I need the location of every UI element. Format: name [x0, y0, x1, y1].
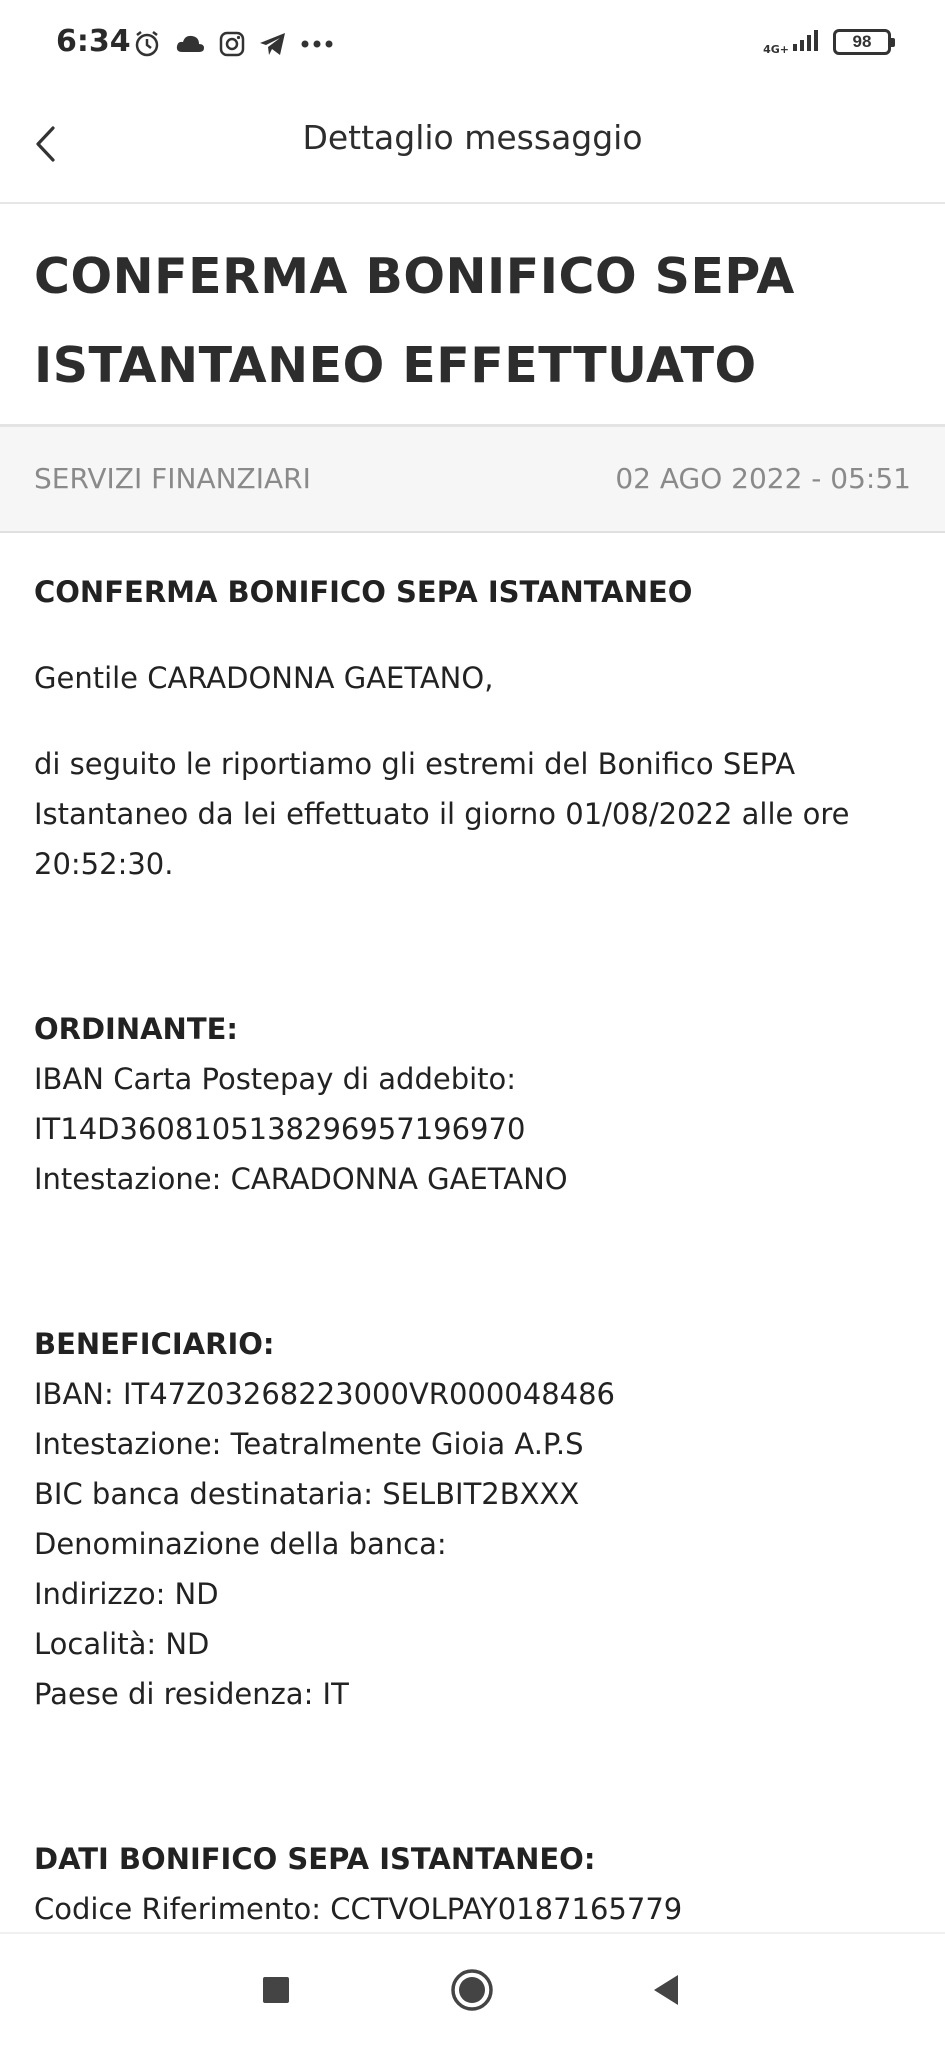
status-notification-icons — [132, 24, 334, 64]
message-category: SERVIZI FINANZIARI — [34, 462, 311, 495]
subject-line-1: CONFERMA BONIFICO SEPA — [34, 248, 795, 305]
beneficiario-paese: Paese di residenza: IT — [34, 1677, 349, 1711]
instagram-icon — [218, 30, 246, 58]
status-bar: 6:34 4G+ 98 — [0, 0, 945, 88]
network-indicator: 4G+ — [763, 28, 821, 56]
beneficiario-heading: BENEFICIARIO: — [34, 1327, 275, 1361]
back-triangle-icon — [650, 1973, 682, 2011]
message-body[interactable]: CONFERMA BONIFICO SEPA ISTANTANEO Gentil… — [34, 533, 914, 1931]
ordinante-intestazione: Intestazione: CARADONNA GAETANO — [34, 1162, 568, 1196]
telegram-icon — [258, 30, 288, 58]
intro-line-2: Istantaneo da lei effettuato il giorno 0… — [34, 797, 850, 831]
signal-icon — [791, 28, 821, 56]
intro-line-3: 20:52:30. — [34, 847, 174, 881]
home-circle-icon — [449, 1967, 495, 2017]
cloud-icon — [174, 32, 206, 56]
home-button[interactable] — [446, 1966, 498, 2018]
page-title: Dettaglio messaggio — [302, 118, 643, 157]
body-title: CONFERMA BONIFICO SEPA ISTANTANEO — [34, 575, 693, 609]
message-meta: SERVIZI FINANZIARI 02 AGO 2022 - 05:51 — [0, 427, 945, 533]
app-header: Dettaglio messaggio — [0, 88, 945, 204]
beneficiario-bic: BIC banca destinataria: SELBIT2BXXX — [34, 1477, 580, 1511]
message-subject: CONFERMA BONIFICO SEPA ISTANTANEO EFFETT… — [34, 232, 914, 410]
message-date: 02 AGO 2022 - 05:51 — [615, 462, 911, 495]
intro-line-1: di seguito le riportiamo gli estremi del… — [34, 747, 796, 781]
beneficiario-intestazione: Intestazione: Teatralmente Gioia A.P.S — [34, 1427, 584, 1461]
ordinante-iban: IT14D3608105138296957196970 — [34, 1112, 526, 1146]
codice-riferimento: Codice Riferimento: CCTVOLPAY0187165779 — [34, 1892, 683, 1926]
status-right-group: 4G+ 98 — [763, 28, 895, 56]
recents-button[interactable] — [250, 1966, 302, 2018]
status-time: 6:34 — [56, 24, 131, 59]
subject-line-2: ISTANTANEO EFFETTUATO — [34, 337, 757, 394]
alarm-icon — [132, 29, 162, 59]
beneficiario-localita: Località: ND — [34, 1627, 210, 1661]
ordinante-iban-label: IBAN Carta Postepay di addebito: — [34, 1062, 517, 1096]
battery-level: 98 — [852, 32, 872, 51]
dati-bonifico-heading: DATI BONIFICO SEPA ISTANTANEO: — [34, 1842, 596, 1876]
recents-square-icon — [261, 1975, 291, 2009]
more-dots-icon — [300, 39, 334, 49]
beneficiario-iban: IBAN: IT47Z03268223000VR000048486 — [34, 1377, 616, 1411]
nav-back-button[interactable] — [640, 1966, 692, 2018]
system-navigation-bar — [0, 1932, 945, 2048]
battery-indicator: 98 — [833, 29, 895, 55]
greeting: Gentile CARADONNA GAETANO, — [34, 661, 494, 695]
beneficiario-indirizzo: Indirizzo: ND — [34, 1577, 219, 1611]
ordinante-heading: ORDINANTE: — [34, 1012, 239, 1046]
network-type: 4G+ — [763, 43, 789, 56]
beneficiario-denominazione: Denominazione della banca: — [34, 1527, 447, 1561]
